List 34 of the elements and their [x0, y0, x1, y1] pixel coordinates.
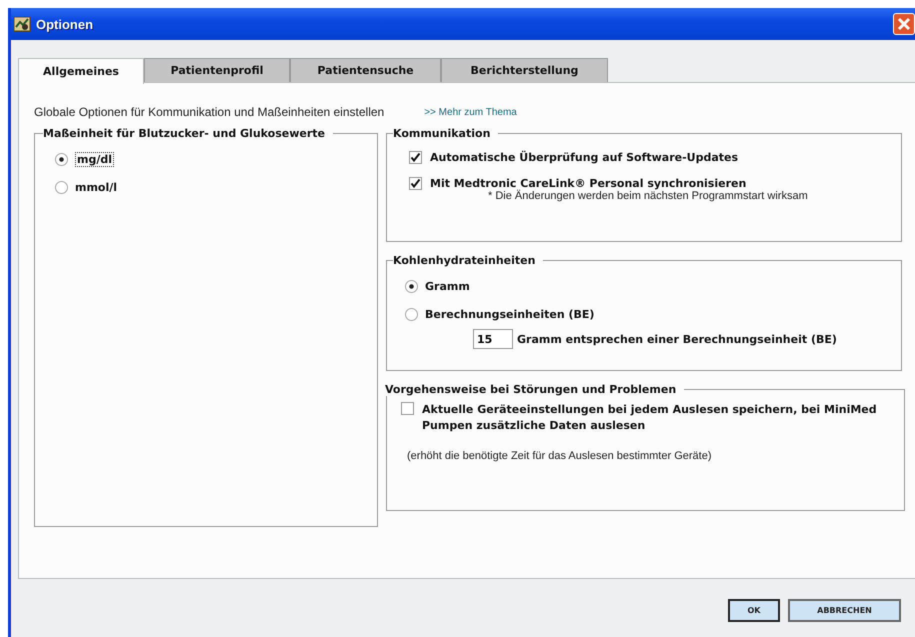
dialog-button[interactable]: OK: [728, 599, 780, 622]
grams-input[interactable]: 15: [473, 329, 513, 349]
tab[interactable]: Patientenprofil: [144, 58, 290, 82]
radio-label: mg/dl: [75, 152, 114, 166]
radio-button[interactable]: [405, 280, 418, 292]
radio-label: Gramm: [425, 280, 470, 292]
tab[interactable]: Allgemeines: [18, 58, 144, 84]
input-label: Gramm entsprechen einer Berechnungseinheit (BE): [517, 332, 837, 346]
dialog-button[interactable]: ABBRECHEN: [788, 599, 901, 622]
checkbox[interactable]: [409, 176, 422, 190]
checkbox[interactable]: [409, 150, 422, 164]
more-link[interactable]: >> Mehr zum Thema: [424, 106, 517, 118]
group-title: Maßeinheit für Blutzucker- und Glukosewerte: [43, 127, 326, 140]
radio-label: Berechnungseinheiten (BE): [425, 308, 594, 320]
radio-button[interactable]: [405, 308, 418, 320]
note-text: * Die Änderungen werden beim nächsten Programmstart wirksam: [487, 190, 809, 202]
group-title: Vorgehensweise bei Störungen und Problemen: [385, 383, 678, 396]
checkbox-label: Mit Medtronic CareLink® Personal synchronisieren: [430, 176, 746, 190]
close-icon: [897, 17, 911, 31]
checkbox[interactable]: [401, 402, 414, 415]
tab[interactable]: Berichterstellung: [441, 58, 608, 82]
group-title: Kohlenhydrateinheiten: [393, 254, 536, 267]
tab[interactable]: Patientensuche: [290, 58, 441, 82]
radio-label: mmol/l: [75, 180, 118, 194]
radio-button[interactable]: [55, 152, 68, 166]
group-title: Kommunikation: [393, 127, 492, 140]
checkbox-label: Automatische Überprüfung auf Software-Updates: [430, 150, 738, 164]
window-title: Optionen: [36, 16, 94, 32]
checkbox-label: Aktuelle Geräteeinstellungen bei jedem Auslesen speichern, bei MiniMed Pumpen zusätzliche Daten auslesen: [422, 402, 878, 434]
note-text: (erhöht die benötigte Zeit für das Auslesen bestimmter Geräte): [406, 450, 712, 462]
close-button[interactable]: [893, 13, 915, 35]
app-icon: [13, 16, 31, 32]
description-text: Globale Optionen für Kommunikation und Maßeinheiten einstellen: [34, 105, 384, 119]
radio-button[interactable]: [55, 180, 68, 194]
